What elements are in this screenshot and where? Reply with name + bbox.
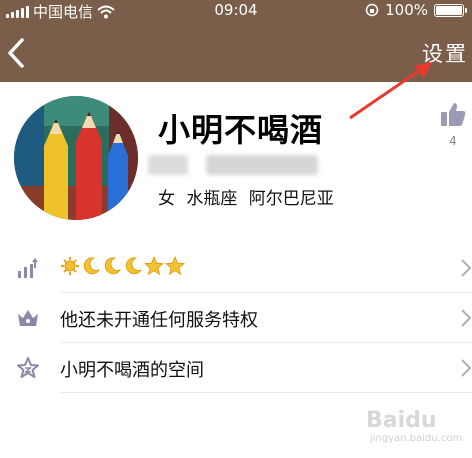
level-badges	[60, 256, 185, 276]
moon-icon	[104, 257, 121, 275]
watermark-sub: jingyan.baidu.com	[370, 433, 463, 444]
divider	[60, 392, 472, 393]
watermark-brand: Baidu	[366, 408, 437, 433]
moon-icon	[125, 257, 142, 275]
row-label: 他还未开通任何服务特权	[60, 310, 258, 331]
privilege-row[interactable]: 他还未开通任何服务特权	[0, 293, 472, 343]
profile-name: 小明不喝酒	[158, 111, 324, 149]
chevron-right-icon	[461, 309, 472, 327]
space-row[interactable]: 小明不喝酒的空间	[0, 343, 472, 393]
row-label: 小明不喝酒的空间	[60, 360, 204, 381]
settings-button[interactable]: 设置	[422, 38, 468, 68]
battery-icon	[434, 3, 467, 17]
chevron-right-icon	[461, 359, 472, 377]
redacted-number	[206, 155, 318, 175]
sun-icon	[61, 257, 79, 275]
moon-icon	[83, 257, 100, 275]
avatar[interactable]	[14, 96, 138, 220]
top-bar: 中国电信 09:04 100% 设置	[0, 0, 472, 82]
status-bar: 中国电信 09:04 100%	[0, 0, 472, 22]
star-icon	[165, 256, 185, 276]
level-row[interactable]	[0, 243, 472, 293]
battery-percent: 100%	[385, 1, 428, 19]
profile-info: 女 水瓶座 阿尔巴尼亚	[158, 189, 334, 209]
star-space-icon	[17, 357, 39, 378]
watermark: Baidu jingyan.baidu.com	[366, 408, 466, 448]
like-button[interactable]: 4	[438, 100, 468, 148]
level-icon	[18, 258, 38, 278]
chevron-right-icon	[461, 259, 472, 277]
rotation-lock-icon	[365, 3, 379, 17]
star-icon	[144, 256, 164, 276]
crown-icon	[18, 310, 38, 326]
like-count: 4	[449, 134, 457, 148]
thumbs-up-icon	[441, 103, 466, 126]
redacted-id	[148, 155, 188, 175]
back-icon[interactable]	[4, 36, 30, 70]
status-right: 100%	[365, 1, 467, 19]
